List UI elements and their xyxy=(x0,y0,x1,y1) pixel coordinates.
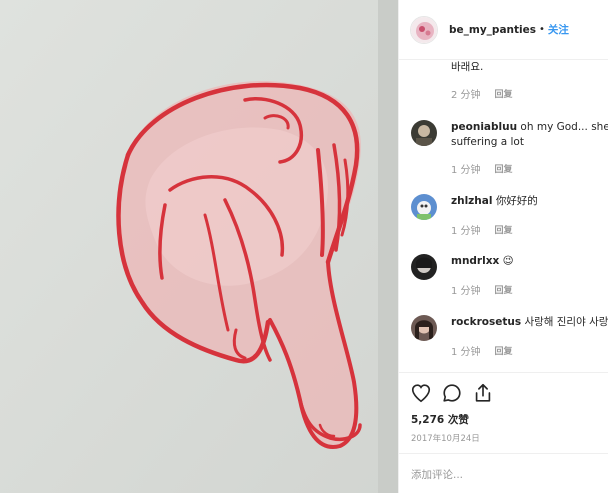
post-photo xyxy=(0,0,398,493)
reply-button[interactable]: 回复 xyxy=(495,344,513,357)
comment-username[interactable]: rockrosetus xyxy=(451,316,521,328)
avatar-image xyxy=(411,254,437,280)
post-header: be_my_panties • 关注 xyxy=(399,0,608,60)
comment-text: rockrosetus 사랑해 진리야 사랑 xyxy=(451,315,608,330)
reply-button[interactable]: 回复 xyxy=(495,87,513,100)
comment-meta: 1 分钟 回复 xyxy=(451,222,513,237)
comment-time: 1 分钟 xyxy=(451,347,481,358)
comment-body: 你好好的 xyxy=(495,195,538,207)
heart-icon[interactable] xyxy=(410,382,432,404)
comment-text-line2: suffering a lot xyxy=(451,136,524,148)
avatar-image xyxy=(411,16,437,43)
commenter-avatar[interactable] xyxy=(411,194,437,220)
comment-meta: 2 分钟 回复 xyxy=(451,86,513,101)
commenter-avatar[interactable] xyxy=(411,120,437,146)
commenter-avatar[interactable] xyxy=(411,315,437,341)
add-comment-bar: 添加评论... xyxy=(399,453,608,494)
share-icon[interactable] xyxy=(472,382,494,404)
comment-username[interactable]: zhlzhal xyxy=(451,195,492,207)
comment-text: mndrlxx 😉 xyxy=(451,254,514,269)
comment-body: oh my God... she xyxy=(520,121,608,133)
comment-username[interactable]: mndrlxx xyxy=(451,255,499,267)
author-avatar[interactable] xyxy=(410,15,438,44)
avatar-image xyxy=(411,315,437,341)
comment-text: zhlzhal 你好好的 xyxy=(451,194,538,209)
follow-button[interactable]: 关注 xyxy=(548,22,569,37)
reply-button[interactable]: 回复 xyxy=(495,223,513,236)
comment-icon[interactable] xyxy=(441,382,463,404)
post-date: 2017年10月24日 xyxy=(411,434,480,444)
comment-text: peoniabluu oh my God... she xyxy=(451,120,608,135)
comment-username[interactable]: peoniabluu xyxy=(451,121,517,133)
comment-time: 1 分钟 xyxy=(451,226,481,237)
add-comment-input[interactable]: 添加评论... xyxy=(411,467,463,482)
post-sidebar: be_my_panties • 关注 바래요. 2 分钟 回复 peoniabl… xyxy=(398,0,608,493)
comment-text: 바래요. xyxy=(451,61,484,73)
commenter-avatar[interactable] xyxy=(411,254,437,280)
comment-meta: 1 分钟 回复 xyxy=(451,343,513,358)
avatar-image xyxy=(411,194,437,220)
comment-body: 사랑해 진리야 사랑 xyxy=(524,316,608,328)
comment-meta: 1 分钟 回复 xyxy=(451,161,513,176)
like-count[interactable]: 5,276 次赞 xyxy=(411,412,469,427)
comment-body: 😉 xyxy=(502,255,514,267)
comment-time: 1 分钟 xyxy=(451,165,481,176)
comments-list[interactable]: 바래요. 2 分钟 回复 peoniabluu oh my God... she… xyxy=(399,60,608,372)
separator-dot: • xyxy=(539,24,545,35)
reply-button[interactable]: 回复 xyxy=(495,283,513,296)
comment-time: 2 分钟 xyxy=(451,90,481,101)
post-actions: 5,276 次赞 2017年10月24日 xyxy=(399,372,608,444)
reply-button[interactable]: 回复 xyxy=(495,162,513,175)
avatar-image xyxy=(411,120,437,146)
action-icons xyxy=(410,382,494,404)
author-username[interactable]: be_my_panties xyxy=(449,24,536,36)
comment-meta: 1 分钟 回复 xyxy=(451,282,513,297)
comment-time: 1 分钟 xyxy=(451,286,481,297)
crouching-figure-drawing xyxy=(0,0,398,493)
